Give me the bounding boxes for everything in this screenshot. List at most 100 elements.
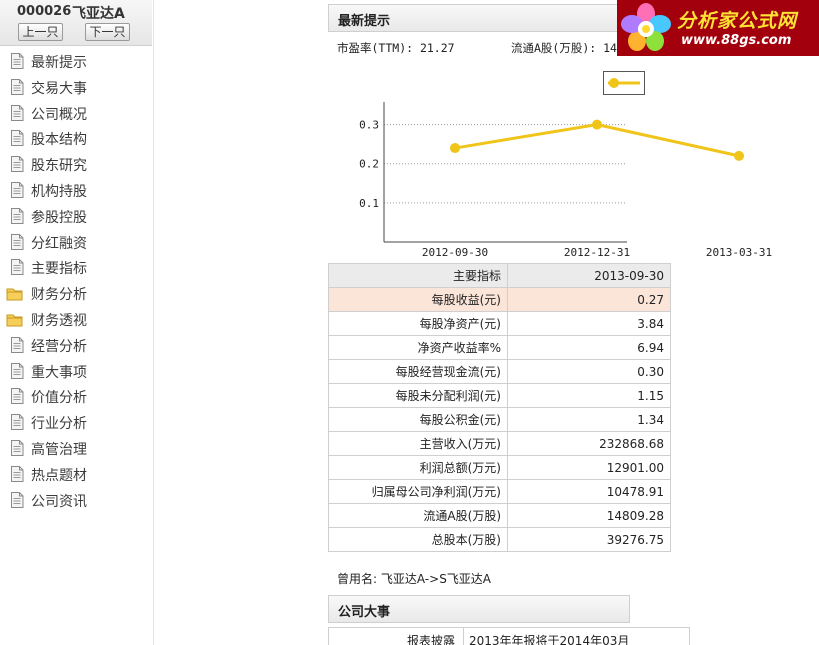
data-point — [734, 150, 744, 161]
main-panel: 最新提示 市盈率(TTM): 21.27 流通A股(万股): 14 0.3 0.2… — [327, 0, 819, 645]
sidebar-item[interactable]: 热点题材 — [0, 463, 152, 489]
sidebar-item-label: 财务透视 — [31, 312, 87, 329]
eps-chart-svg: 0.3 0.2 0.1 2012-09-30 2012-12-31 2013-03-31 — [359, 102, 772, 259]
sidebar-item[interactable]: 股本结构 — [0, 127, 152, 153]
document-icon — [11, 414, 24, 431]
sidebar-item[interactable]: 行业分析 — [0, 411, 152, 437]
eps-chart: 0.3 0.2 0.1 2012-09-30 2012-12-31 2013-03-31 — [327, 95, 772, 265]
sidebar-item-label: 最新提示 — [31, 55, 87, 71]
sidebar-item[interactable]: 公司概况 — [0, 102, 152, 128]
document-icon — [11, 388, 24, 405]
sidebar-item-label: 财务分析 — [31, 287, 87, 304]
document-icon — [11, 362, 24, 379]
sidebar-item-label: 分红融资 — [31, 235, 87, 252]
y-tick-label: 0.3 — [359, 119, 379, 132]
sidebar-item[interactable]: 重大事项 — [0, 360, 152, 386]
indicator-value: 6.94 — [507, 335, 671, 360]
indicator-value: 1.34 — [507, 407, 671, 432]
indicator-name: 每股经营现金流(元) — [328, 359, 508, 384]
y-tick-label: 0.1 — [359, 197, 379, 210]
sidebar-item[interactable]: 主要指标 — [0, 256, 152, 282]
document-icon — [11, 439, 24, 456]
sidebar-item-label: 经营分析 — [31, 338, 87, 355]
document-icon — [11, 104, 24, 121]
document-icon — [11, 259, 24, 276]
events-divider — [463, 628, 464, 645]
data-point — [450, 143, 460, 154]
chart-legend — [603, 71, 645, 95]
document-icon — [11, 465, 24, 482]
sidebar-item[interactable]: 价值分析 — [0, 385, 152, 411]
sidebar-item-label: 行业分析 — [31, 416, 87, 433]
document-icon — [11, 336, 24, 353]
sidebar-item[interactable]: 参股控股 — [0, 205, 152, 231]
sidebar-item-label: 机构持股 — [31, 183, 87, 200]
sidebar-item[interactable]: 机构持股 — [0, 179, 152, 205]
stock-header: 000026 飞亚达A 上一只 下一只 — [0, 0, 152, 46]
indicator-name: 每股未分配利润(元) — [328, 383, 508, 408]
sidebar-item[interactable]: 财务透视 — [0, 308, 152, 334]
document-icon — [11, 233, 24, 250]
indicator-value: 12901.00 — [507, 455, 671, 480]
company-events-header: 公司大事 — [328, 595, 630, 623]
sidebar-item-label: 热点题材 — [31, 467, 87, 484]
company-events-title: 公司大事 — [338, 605, 391, 620]
previous-stock-button[interactable]: 上一只 — [18, 23, 63, 41]
x-tick-label: 2013-03-31 — [706, 246, 772, 259]
sidebar-item[interactable]: 高管治理 — [0, 437, 152, 463]
x-tick-label: 2012-12-31 — [564, 246, 630, 259]
next-stock-button[interactable]: 下一只 — [85, 23, 130, 41]
indicator-value: 14809.28 — [507, 503, 671, 528]
sidebar-item[interactable]: 股东研究 — [0, 153, 152, 179]
former-name-text: 曾用名: 飞亚达A->S飞亚达A — [337, 572, 492, 586]
indicator-value: 3.84 — [507, 311, 671, 336]
document-icon — [11, 53, 24, 69]
sidebar-item-label: 股东研究 — [31, 158, 87, 175]
logo-name: 分析家公式网 — [677, 10, 798, 32]
sidebar-item[interactable]: 财务分析 — [0, 282, 152, 308]
table-row: 流通A股(万股) 14809.28 — [328, 503, 671, 528]
sidebar-item-label: 交易大事 — [31, 80, 87, 97]
folder-icon — [6, 314, 23, 327]
x-tick-label: 2012-09-30 — [422, 246, 488, 259]
indicator-value: 39276.75 — [507, 527, 671, 552]
document-icon — [11, 78, 24, 95]
events-row: 报表披露 2013年年报将于2014年03月 — [328, 627, 690, 645]
table-row: 总股本(万股) 39276.75 — [328, 527, 671, 552]
sidebar: 000026 飞亚达A 上一只 下一只 最新提示交易大事公司概况股本结构股东研究… — [0, 0, 154, 645]
sidebar-item-label: 高管治理 — [31, 441, 87, 458]
pe-ratio-text: 市盈率(TTM): 21.27 — [337, 41, 455, 55]
indicator-value: 10478.91 — [507, 479, 671, 504]
table-header-row: 主要指标 2013-09-30 — [328, 263, 671, 288]
flower-logo-icon — [621, 3, 671, 51]
sidebar-item[interactable]: 最新提示 — [0, 50, 152, 76]
sidebar-item-label: 参股控股 — [31, 209, 87, 226]
sidebar-item[interactable]: 经营分析 — [0, 334, 152, 360]
sidebar-item-label: 股本结构 — [31, 132, 87, 149]
table-row: 利润总额(万元) 12901.00 — [328, 455, 671, 480]
sidebar-menu: 最新提示交易大事公司概况股本结构股东研究机构持股参股控股分红融资主要指标财务分析… — [0, 50, 152, 514]
indicator-name: 净资产收益率% — [328, 335, 508, 360]
document-icon — [11, 130, 24, 147]
sidebar-item[interactable]: 交易大事 — [0, 76, 152, 102]
sidebar-item-label: 主要指标 — [31, 261, 87, 278]
site-logo: 分析家公式网 www.88gs.com — [617, 0, 819, 56]
legend-series-icon — [608, 78, 640, 88]
indicator-name: 每股净资产(元) — [328, 311, 508, 336]
table-row: 每股未分配利润(元) 1.15 — [328, 383, 671, 408]
indicator-value: 232868.68 — [507, 431, 671, 456]
document-icon — [11, 156, 24, 173]
sidebar-item-label: 公司概况 — [31, 106, 87, 123]
sidebar-item[interactable]: 分红融资 — [0, 231, 152, 257]
table-row: 每股公积金(元) 1.34 — [328, 407, 671, 432]
table-row: 归属母公司净利润(万元) 10478.91 — [328, 479, 671, 504]
float-shares-text: 流通A股(万股): 14 — [511, 41, 617, 55]
document-icon — [11, 491, 24, 508]
document-icon — [11, 207, 24, 224]
indicators-table: 主要指标 2013-09-30 每股收益(元) 0.27 每股净资产(元) 3.84 净资产… — [328, 263, 671, 552]
sidebar-item[interactable]: 公司资讯 — [0, 489, 152, 515]
indicator-name: 利润总额(万元) — [328, 455, 508, 480]
indicator-value: 2013-09-30 — [507, 263, 671, 288]
sidebar-item-label: 重大事项 — [31, 364, 87, 381]
indicator-name: 每股收益(元) — [328, 287, 508, 312]
